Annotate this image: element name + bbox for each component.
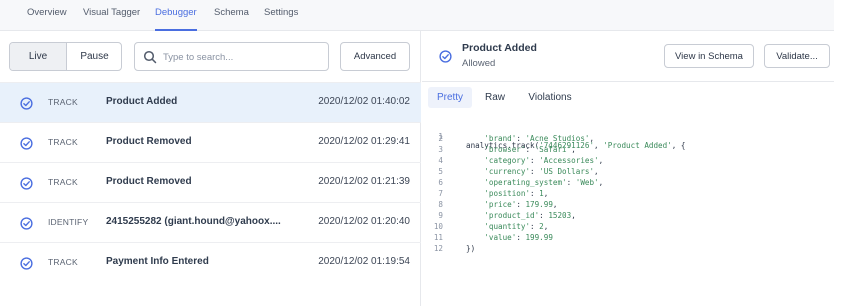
event-time: 2020/12/02 01:20:40 <box>318 216 410 227</box>
event-name: Product Removed <box>106 176 192 187</box>
code-close: }) <box>466 244 476 253</box>
code-line: 10 'quantity': 2, <box>433 222 549 231</box>
event-time: 2020/12/02 01:29:41 <box>318 136 410 147</box>
code-line: 12}) <box>433 244 476 253</box>
code-line: 7 'position': 1, <box>438 189 549 198</box>
detail-tabs: Pretty Raw Violations <box>422 83 834 111</box>
code-line: 4 'category': 'Accessories', <box>438 156 604 165</box>
event-detail-header: Product Added Allowed View in Schema Val… <box>422 31 834 82</box>
search-input[interactable] <box>163 48 323 66</box>
event-time: 2020/12/02 01:19:54 <box>318 256 410 267</box>
top-nav: Overview Visual Tagger Debugger Schema S… <box>0 0 834 31</box>
event-stream-panel: Live Pause Advanced TRACK Product Added … <box>0 31 421 306</box>
tab-schema[interactable]: Schema <box>214 7 249 31</box>
check-circle-icon <box>20 97 33 110</box>
tab-settings[interactable]: Settings <box>264 7 298 31</box>
code-key: 'brand' <box>484 134 517 143</box>
code-value: 'Safari' <box>534 145 572 154</box>
code-line: 1 analytics.track('7446291126', 'Product… <box>438 132 686 150</box>
event-name: 2415255282 (giant.hound@yahoox.... <box>106 216 281 227</box>
advanced-button[interactable]: Advanced <box>340 42 410 71</box>
code-key: 'quantity' <box>484 222 531 231</box>
code-value: 'US Dollars' <box>539 167 595 176</box>
view-in-schema-button[interactable]: View in Schema <box>664 44 754 68</box>
tab-violations[interactable]: Violations <box>520 87 580 108</box>
live-pause-toggle: Live Pause <box>9 42 122 71</box>
event-type: TRACK <box>48 137 78 147</box>
event-toolbar: Live Pause Advanced <box>0 31 421 82</box>
code-value: 'Acne Studios' <box>525 134 590 143</box>
code-line: 9 'product_id': 15203, <box>438 211 576 220</box>
event-detail-status: Allowed <box>462 58 496 69</box>
search-icon <box>143 50 157 64</box>
code-value: 'Web' <box>575 178 599 187</box>
check-circle-icon <box>439 50 452 63</box>
event-row[interactable]: TRACK Payment Info Entered 2020/12/02 01… <box>0 242 421 282</box>
event-row[interactable]: IDENTIFY 2415255282 (giant.hound@yahoox.… <box>0 202 421 242</box>
event-detail-panel: Product Added Allowed View in Schema Val… <box>422 31 834 306</box>
event-type: IDENTIFY <box>48 217 89 227</box>
code-key: 'product_id' <box>484 211 540 220</box>
check-circle-icon <box>20 257 33 270</box>
check-circle-icon <box>20 137 33 150</box>
code-key: 'currency' <box>484 167 531 176</box>
validate-button[interactable]: Validate... <box>764 44 830 68</box>
code-key: 'price' <box>484 200 517 209</box>
event-name: Product Added <box>106 96 178 107</box>
code-key: 'browser' <box>484 145 526 154</box>
code-value: 199.99 <box>525 233 553 242</box>
code-value: 179.99 <box>525 200 553 209</box>
tab-pretty[interactable]: Pretty <box>428 87 472 108</box>
tab-visual-tagger[interactable]: Visual Tagger <box>83 7 140 31</box>
event-time: 2020/12/02 01:21:39 <box>318 176 410 187</box>
code-key: 'operating_system' <box>484 178 567 187</box>
code-value: 1 <box>539 189 544 198</box>
code-value: 2 <box>539 222 544 231</box>
event-row[interactable]: TRACK Product Removed 2020/12/02 01:21:3… <box>0 162 421 202</box>
code-value: 'Accessories' <box>539 156 599 165</box>
event-type: TRACK <box>48 177 78 187</box>
code-line: 11 'value': 199.99 <box>433 233 553 242</box>
event-type: TRACK <box>48 257 78 267</box>
code-line: 3 'browser': 'Safari', <box>438 145 576 154</box>
search-box <box>134 42 329 71</box>
code-key: 'position' <box>484 189 531 198</box>
event-row[interactable]: TRACK Product Added 2020/12/02 01:40:02 <box>0 82 421 122</box>
event-time: 2020/12/02 01:40:02 <box>318 96 410 107</box>
tab-overview[interactable]: Overview <box>27 7 67 31</box>
code-line: 8 'price': 179.99, <box>438 200 558 209</box>
tab-raw[interactable]: Raw <box>478 87 512 108</box>
event-row[interactable]: TRACK Product Removed 2020/12/02 01:29:4… <box>0 122 421 162</box>
code-value: 15203 <box>548 211 572 220</box>
event-name: Payment Info Entered <box>106 256 209 267</box>
code-key: 'category' <box>484 156 531 165</box>
live-button[interactable]: Live <box>10 43 67 70</box>
event-type: TRACK <box>48 97 78 107</box>
code-line: 5 'currency': 'US Dollars', <box>438 167 599 176</box>
event-detail-title: Product Added <box>462 42 537 54</box>
pause-button[interactable]: Pause <box>67 43 121 70</box>
tab-debugger[interactable]: Debugger <box>155 7 197 31</box>
code-line: 2 'brand': 'Acne Studios', <box>438 134 595 143</box>
check-circle-icon <box>20 217 33 230</box>
payload-code-view: 1 analytics.track('7446291126', 'Product… <box>422 119 834 289</box>
check-circle-icon <box>20 177 33 190</box>
event-name: Product Removed <box>106 136 192 147</box>
code-line: 6 'operating_system': 'Web', <box>438 178 604 187</box>
code-key: 'value' <box>484 233 517 242</box>
